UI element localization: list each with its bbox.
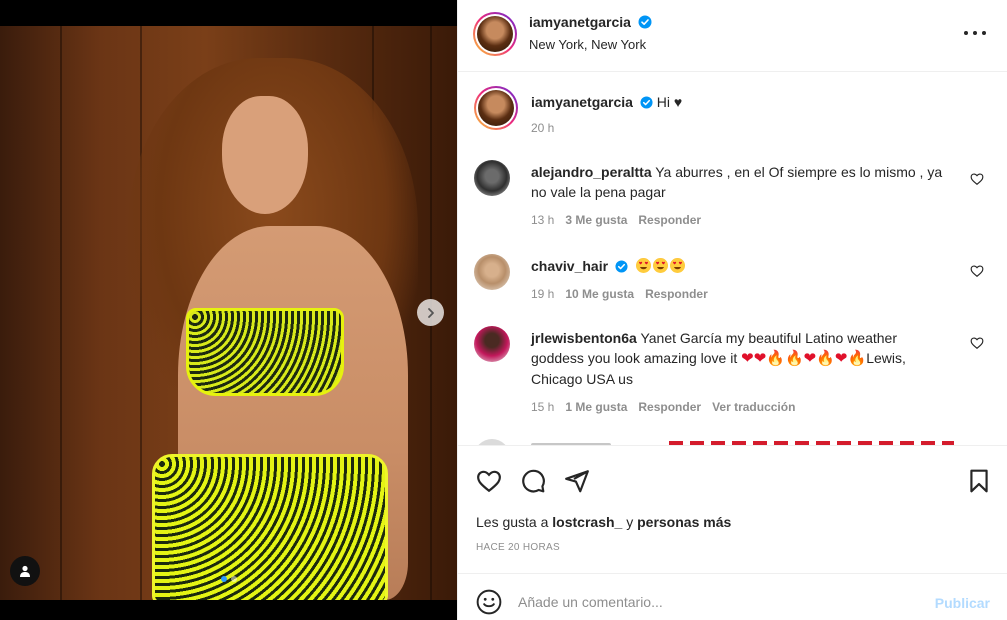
see-translation-button[interactable]: Ver traducción bbox=[712, 397, 795, 417]
comment-time[interactable]: 13 h bbox=[531, 210, 554, 230]
comment-time[interactable]: 19 h bbox=[531, 284, 554, 304]
verified-badge-icon bbox=[638, 15, 652, 29]
carousel-dot-active bbox=[220, 576, 227, 582]
carousel-next-button[interactable] bbox=[417, 299, 444, 326]
heart-eyes-emoji-icon bbox=[669, 258, 685, 273]
reply-button[interactable]: Responder bbox=[645, 284, 708, 304]
more-options-button[interactable] bbox=[964, 25, 986, 41]
post-media bbox=[0, 0, 457, 620]
comment-likes[interactable]: 3 Me gusta bbox=[565, 210, 627, 230]
caption-avatar[interactable] bbox=[474, 86, 518, 130]
comment-composer: Publicar bbox=[458, 573, 1007, 620]
like-heart-icon[interactable] bbox=[476, 468, 502, 494]
author-avatar[interactable] bbox=[473, 12, 517, 56]
others-likes-link[interactable]: personas más bbox=[637, 514, 731, 530]
comment-likes[interactable]: 1 Me gusta bbox=[565, 397, 627, 417]
verified-badge-icon bbox=[615, 260, 628, 273]
heart-eyes-emoji-icon bbox=[652, 258, 668, 273]
photo-garment-top bbox=[186, 308, 344, 396]
carousel-indicator bbox=[0, 576, 457, 582]
comment-username[interactable]: chaviv_hair bbox=[531, 258, 608, 274]
comment-emoji-sequence: ❤❤🔥🔥❤🔥❤🔥 bbox=[741, 350, 867, 367]
post-actions: Les gusta a lostcrash_ y personas más HA… bbox=[458, 445, 1007, 573]
comment-username[interactable]: alejandro_peraltta bbox=[531, 164, 652, 180]
publish-button[interactable]: Publicar bbox=[935, 595, 990, 611]
carousel-dot bbox=[230, 576, 237, 582]
post-timestamp[interactable]: HACE 20 HORAS bbox=[476, 542, 560, 553]
comment-icon[interactable] bbox=[520, 468, 546, 494]
likes-summary[interactable]: Les gusta a lostcrash_ y personas más bbox=[476, 514, 731, 530]
comment-item-partial[interactable] bbox=[474, 437, 984, 445]
liker-username[interactable]: lostcrash_ bbox=[552, 514, 622, 530]
emoji-picker-icon[interactable] bbox=[476, 589, 502, 615]
wood-plank-line bbox=[60, 26, 62, 600]
likes-prefix: Les gusta a bbox=[476, 514, 553, 530]
commenter-avatar[interactable] bbox=[474, 326, 510, 362]
commenter-avatar[interactable] bbox=[474, 254, 510, 290]
photo-subject-face bbox=[222, 96, 308, 214]
author-username[interactable]: iamyanetgarcia bbox=[529, 14, 631, 30]
likes-conjunction: y bbox=[622, 514, 638, 530]
comment-time[interactable]: 15 h bbox=[531, 397, 554, 417]
comments-list[interactable]: iamyanetgarcia Hi ♥ 20 h alejandro_peral… bbox=[458, 73, 1007, 445]
save-bookmark-icon[interactable] bbox=[966, 468, 992, 494]
comment-like-heart-icon[interactable] bbox=[970, 172, 984, 186]
commenter-avatar[interactable] bbox=[474, 160, 510, 196]
post-location[interactable]: New York, New York bbox=[529, 37, 646, 52]
caption-text: Hi ♥ bbox=[656, 94, 683, 110]
chevron-right-icon bbox=[427, 307, 434, 318]
post-details-panel: iamyanetgarcia New York, New York iamyan… bbox=[457, 0, 1007, 620]
share-send-icon[interactable] bbox=[564, 468, 590, 494]
post-header: iamyanetgarcia New York, New York bbox=[458, 0, 1007, 72]
post-photo[interactable] bbox=[0, 26, 457, 600]
reply-button[interactable]: Responder bbox=[638, 397, 701, 417]
verified-badge-icon bbox=[640, 96, 653, 109]
comment-emoji-group bbox=[635, 258, 687, 274]
comment-like-heart-icon[interactable] bbox=[970, 264, 984, 278]
comment-input[interactable] bbox=[518, 588, 908, 616]
comment-like-heart-icon[interactable] bbox=[970, 336, 984, 350]
more-dot-icon bbox=[964, 31, 968, 35]
reply-button[interactable]: Responder bbox=[638, 210, 701, 230]
comment-likes[interactable]: 10 Me gusta bbox=[565, 284, 634, 304]
more-dot-icon bbox=[973, 31, 977, 35]
more-dot-icon bbox=[982, 31, 986, 35]
caption-username[interactable]: iamyanetgarcia bbox=[531, 94, 633, 110]
heart-eyes-emoji-icon bbox=[635, 258, 651, 273]
comment-username[interactable]: jrlewisbenton6a bbox=[531, 330, 637, 346]
caption-time[interactable]: 20 h bbox=[531, 118, 554, 138]
